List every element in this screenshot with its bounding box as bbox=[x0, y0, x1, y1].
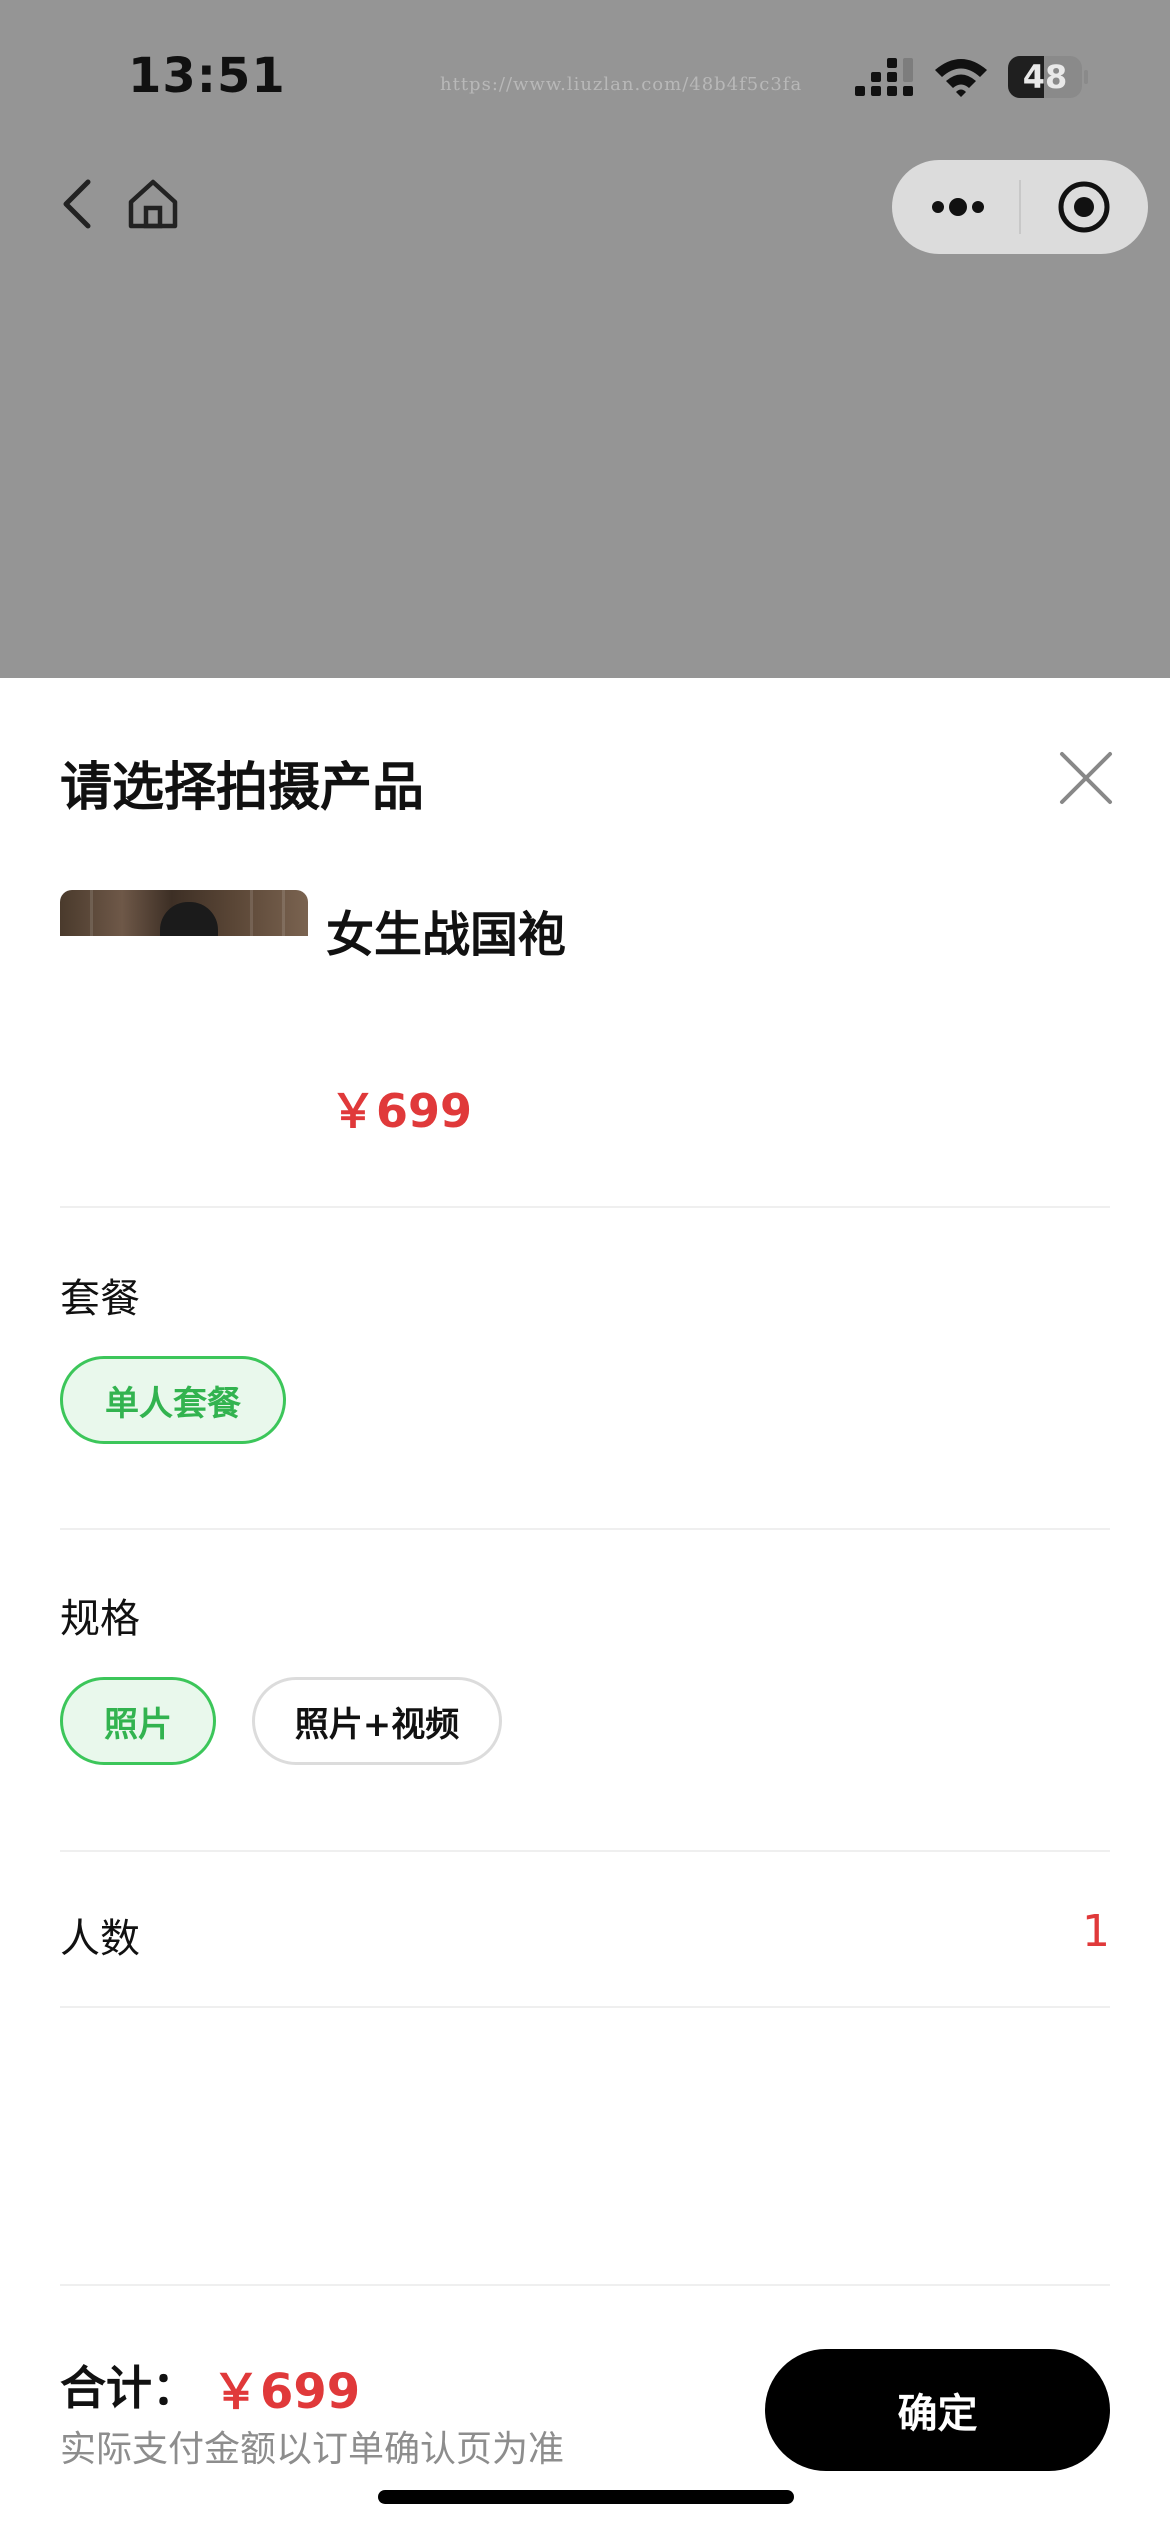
spec-option-photo[interactable]: 照片 bbox=[60, 1677, 216, 1765]
people-label: 人数 bbox=[60, 1916, 140, 1962]
divider bbox=[60, 1206, 1110, 1208]
mini-program-capsule bbox=[892, 160, 1148, 254]
home-icon[interactable] bbox=[126, 178, 180, 230]
divider bbox=[60, 2006, 1110, 2008]
home-indicator bbox=[378, 2490, 794, 2504]
battery-percentage: 48 bbox=[1022, 58, 1068, 96]
total-label: 合计： bbox=[60, 2361, 198, 2415]
people-count[interactable]: 1 bbox=[1082, 1906, 1110, 1957]
status-time: 13:51 bbox=[128, 48, 286, 104]
more-dots-icon[interactable] bbox=[926, 179, 990, 235]
close-icon[interactable] bbox=[1056, 748, 1116, 808]
battery-icon: 48 bbox=[1008, 56, 1088, 98]
target-circle-icon[interactable] bbox=[1056, 179, 1112, 235]
url-watermark: https://www.liuzlan.com/48b4f5c3fa bbox=[440, 74, 803, 95]
product-name: 女生战国袍 bbox=[326, 907, 567, 963]
spec-label: 规格 bbox=[60, 1596, 140, 1642]
cellular-signal-icon bbox=[855, 58, 913, 96]
product-thumbnail[interactable] bbox=[60, 890, 308, 936]
footer-divider bbox=[60, 2284, 1110, 2286]
confirm-button[interactable]: 确定 bbox=[765, 2349, 1110, 2471]
sheet-title: 请选择拍摄产品 bbox=[60, 758, 425, 818]
payment-note: 实际支付金额以订单确认页为准 bbox=[60, 2429, 565, 2470]
chevron-left-icon[interactable] bbox=[58, 176, 98, 232]
wifi-icon bbox=[935, 59, 987, 97]
divider bbox=[60, 1528, 1110, 1530]
product-price: ￥699 bbox=[330, 1084, 473, 1138]
package-label: 套餐 bbox=[60, 1276, 140, 1322]
spec-option-photo-video[interactable]: 照片+视频 bbox=[252, 1677, 502, 1765]
total-price: ￥699 bbox=[212, 2364, 361, 2420]
divider bbox=[60, 1850, 1110, 1852]
package-option-single[interactable]: 单人套餐 bbox=[60, 1356, 286, 1444]
